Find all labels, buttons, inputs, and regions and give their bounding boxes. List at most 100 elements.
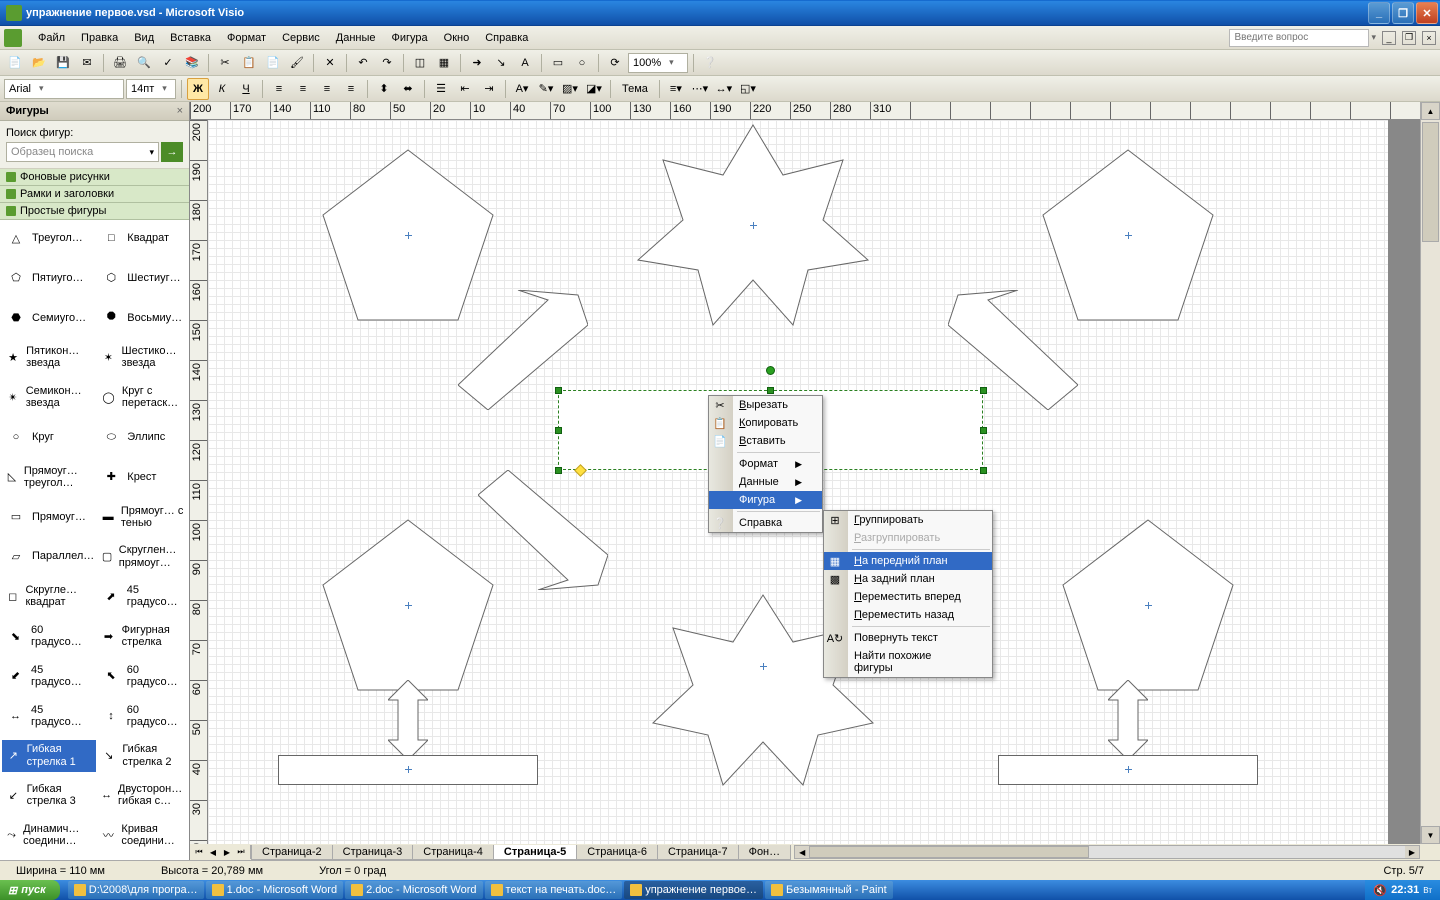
scroll-up-button[interactable]: ▲ — [1421, 102, 1440, 120]
page-tab[interactable]: Страница-5 — [493, 845, 577, 860]
shape-palette-item[interactable]: ⬉60 градусо… — [97, 660, 189, 692]
menu-вид[interactable]: Вид — [126, 29, 162, 47]
help-search-input[interactable] — [1229, 29, 1369, 47]
maximize-button[interactable]: ❐ — [1392, 2, 1414, 24]
shape-palette-item[interactable]: ✴Семикон… звезда — [2, 381, 96, 413]
resize-handle[interactable] — [980, 427, 987, 434]
page-tab[interactable]: Страница-3 — [332, 845, 414, 860]
resize-handle[interactable] — [555, 427, 562, 434]
zoom-combo[interactable]: 100% — [628, 53, 688, 73]
shape-palette-item[interactable]: ○Круг — [2, 421, 96, 453]
shape-palette-item[interactable]: ↔45 градусо… — [2, 700, 96, 732]
shape-palette-item[interactable]: ⬣Семиуго… — [2, 302, 96, 334]
page-tab[interactable]: Фон… — [738, 845, 792, 860]
scroll-down-button[interactable]: ▼ — [1421, 826, 1440, 844]
doc-restore-button[interactable]: ❐ — [1402, 31, 1416, 45]
shape-palette-item[interactable]: ★Пятикон… звезда — [2, 341, 96, 373]
menu-окно[interactable]: Окно — [436, 29, 478, 47]
stencil-bar[interactable]: Простые фигуры — [0, 203, 189, 220]
menu-item-Формат[interactable]: Формат▶ — [709, 455, 822, 473]
shape-palette-item[interactable]: □Квадрат — [97, 222, 189, 254]
taskbar-task[interactable]: D:\2008\для програ… — [68, 881, 204, 899]
shape-palette-item[interactable]: ⬭Эллипс — [97, 421, 189, 453]
close-panel-button[interactable]: × — [177, 105, 183, 117]
minimize-button[interactable]: _ — [1368, 2, 1390, 24]
last-page-button[interactable]: ⏭ — [234, 845, 248, 859]
menu-item-Группировать[interactable]: ⊞Группировать — [824, 511, 992, 529]
paste-button[interactable]: 📄 — [262, 52, 284, 74]
menu-item-Вырезать[interactable]: ✂Вырезать — [709, 396, 822, 414]
text-tool-button[interactable]: A — [514, 52, 536, 74]
align-justify-button[interactable]: ≡ — [340, 78, 362, 100]
menu-файл[interactable]: Файл — [30, 29, 73, 47]
menu-item-Справка[interactable]: ❔Справка — [709, 514, 822, 532]
menu-item-Вставить[interactable]: 📄Вставить — [709, 432, 822, 450]
shape-palette-item[interactable]: ↕60 градусо… — [97, 700, 189, 732]
shape-palette-item[interactable]: ➡Фигурная стрелка — [97, 620, 189, 652]
first-page-button[interactable]: ⏮ — [192, 845, 206, 859]
shapes-window-button[interactable]: ◫ — [409, 52, 431, 74]
scroll-left-button[interactable]: ◀ — [795, 846, 809, 858]
menu-формат[interactable]: Формат — [219, 29, 274, 47]
font-color-button[interactable]: A▾ — [511, 78, 533, 100]
resize-handle[interactable] — [767, 387, 774, 394]
horizontal-scrollbar[interactable]: ◀ ▶ — [794, 845, 1420, 859]
rotate-tool[interactable]: ⟳ — [604, 52, 626, 74]
taskbar-task[interactable]: текст на печать.doc… — [485, 881, 623, 899]
menu-вставка[interactable]: Вставка — [162, 29, 219, 47]
prev-page-button[interactable]: ◀ — [206, 845, 220, 859]
shape-palette-item[interactable]: 〰Кривая соедини… — [97, 819, 189, 851]
delete-button[interactable]: ✕ — [319, 52, 341, 74]
format-painter-button[interactable]: 🖌 — [286, 52, 308, 74]
shape-palette-item[interactable]: ⬋45 градусо… — [2, 660, 96, 692]
save-button[interactable]: 💾 — [52, 52, 74, 74]
menu-item-Фигура[interactable]: Фигура▶ — [709, 491, 822, 509]
taskbar-task[interactable]: упражнение первое… — [624, 881, 763, 899]
page-tab[interactable]: Страница-2 — [251, 845, 333, 860]
undo-button[interactable]: ↶ — [352, 52, 374, 74]
ellipse-tool[interactable]: ○ — [571, 52, 593, 74]
align-left-button[interactable]: ≡ — [268, 78, 290, 100]
bold-button[interactable]: Ж — [187, 78, 209, 100]
menu-item-На задний план[interactable]: ▩На задний план — [824, 570, 992, 588]
stencil-bar[interactable]: Рамки и заголовки — [0, 186, 189, 203]
shape-palette-item[interactable]: △Треугол… — [2, 222, 96, 254]
decrease-indent-button[interactable]: ⇤ — [454, 78, 476, 100]
underline-button[interactable]: Ч — [235, 78, 257, 100]
shape-palette-item[interactable]: ✚Крест — [97, 461, 189, 493]
increase-indent-button[interactable]: ⇥ — [478, 78, 500, 100]
stencil-button[interactable]: ▦ — [433, 52, 455, 74]
shape-palette-item[interactable]: ↙Гибкая стрелка 3 — [2, 779, 96, 811]
menu-справка[interactable]: Справка — [477, 29, 536, 47]
shape-palette-item[interactable]: ⤳Динамич… соедини… — [2, 819, 96, 851]
shadow-button[interactable]: ◪▾ — [583, 78, 605, 100]
pointer-tool-button[interactable]: ➜ — [466, 52, 488, 74]
shape-palette-item[interactable]: ▭Прямоуг… — [2, 501, 96, 533]
vertical-scrollbar[interactable]: ▲ ▼ — [1420, 102, 1440, 844]
taskbar-task[interactable]: Безымянный - Paint — [765, 881, 893, 899]
align-right-button[interactable]: ≡ — [316, 78, 338, 100]
scroll-thumb[interactable] — [809, 846, 1089, 858]
shape-palette-item[interactable]: ⬠Пятиуго… — [2, 262, 96, 294]
shape-palette-item[interactable]: ◻Скругле… квадрат — [2, 580, 96, 612]
shape-palette-item[interactable]: ▱Параллел… — [2, 541, 96, 573]
menu-правка[interactable]: Правка — [73, 29, 126, 47]
shape-palette-item[interactable]: ⬈45 градусо… — [97, 580, 189, 612]
menu-item-Переместить вперед[interactable]: Переместить вперед — [824, 588, 992, 606]
shape-palette-item[interactable]: ↘Гибкая стрелка 2 — [97, 740, 189, 772]
drawing-page[interactable]: ✂Вырезать📋Копировать📄ВставитьФормат▶Данн… — [208, 120, 1388, 844]
menu-item-Копировать[interactable]: 📋Копировать — [709, 414, 822, 432]
page-tab[interactable]: Страница-4 — [412, 845, 494, 860]
research-button[interactable]: 📚 — [181, 52, 203, 74]
shape-palette-item[interactable]: ◯Круг с перетаск… — [97, 381, 189, 413]
shape-palette-item[interactable]: ⬊60 градусо… — [2, 620, 96, 652]
shape-palette-item[interactable]: ▬Прямоуг… с тенью — [97, 501, 189, 533]
connector-tool-button[interactable]: ↘ — [490, 52, 512, 74]
redo-button[interactable]: ↷ — [376, 52, 398, 74]
doc-close-button[interactable]: × — [1422, 31, 1436, 45]
page-tab[interactable]: Страница-7 — [657, 845, 739, 860]
scroll-right-button[interactable]: ▶ — [1405, 846, 1419, 858]
spellcheck-button[interactable]: ✓ — [157, 52, 179, 74]
font-size-combo[interactable]: 14пт — [126, 79, 176, 99]
stencil-bar[interactable]: Фоновые рисунки — [0, 169, 189, 186]
